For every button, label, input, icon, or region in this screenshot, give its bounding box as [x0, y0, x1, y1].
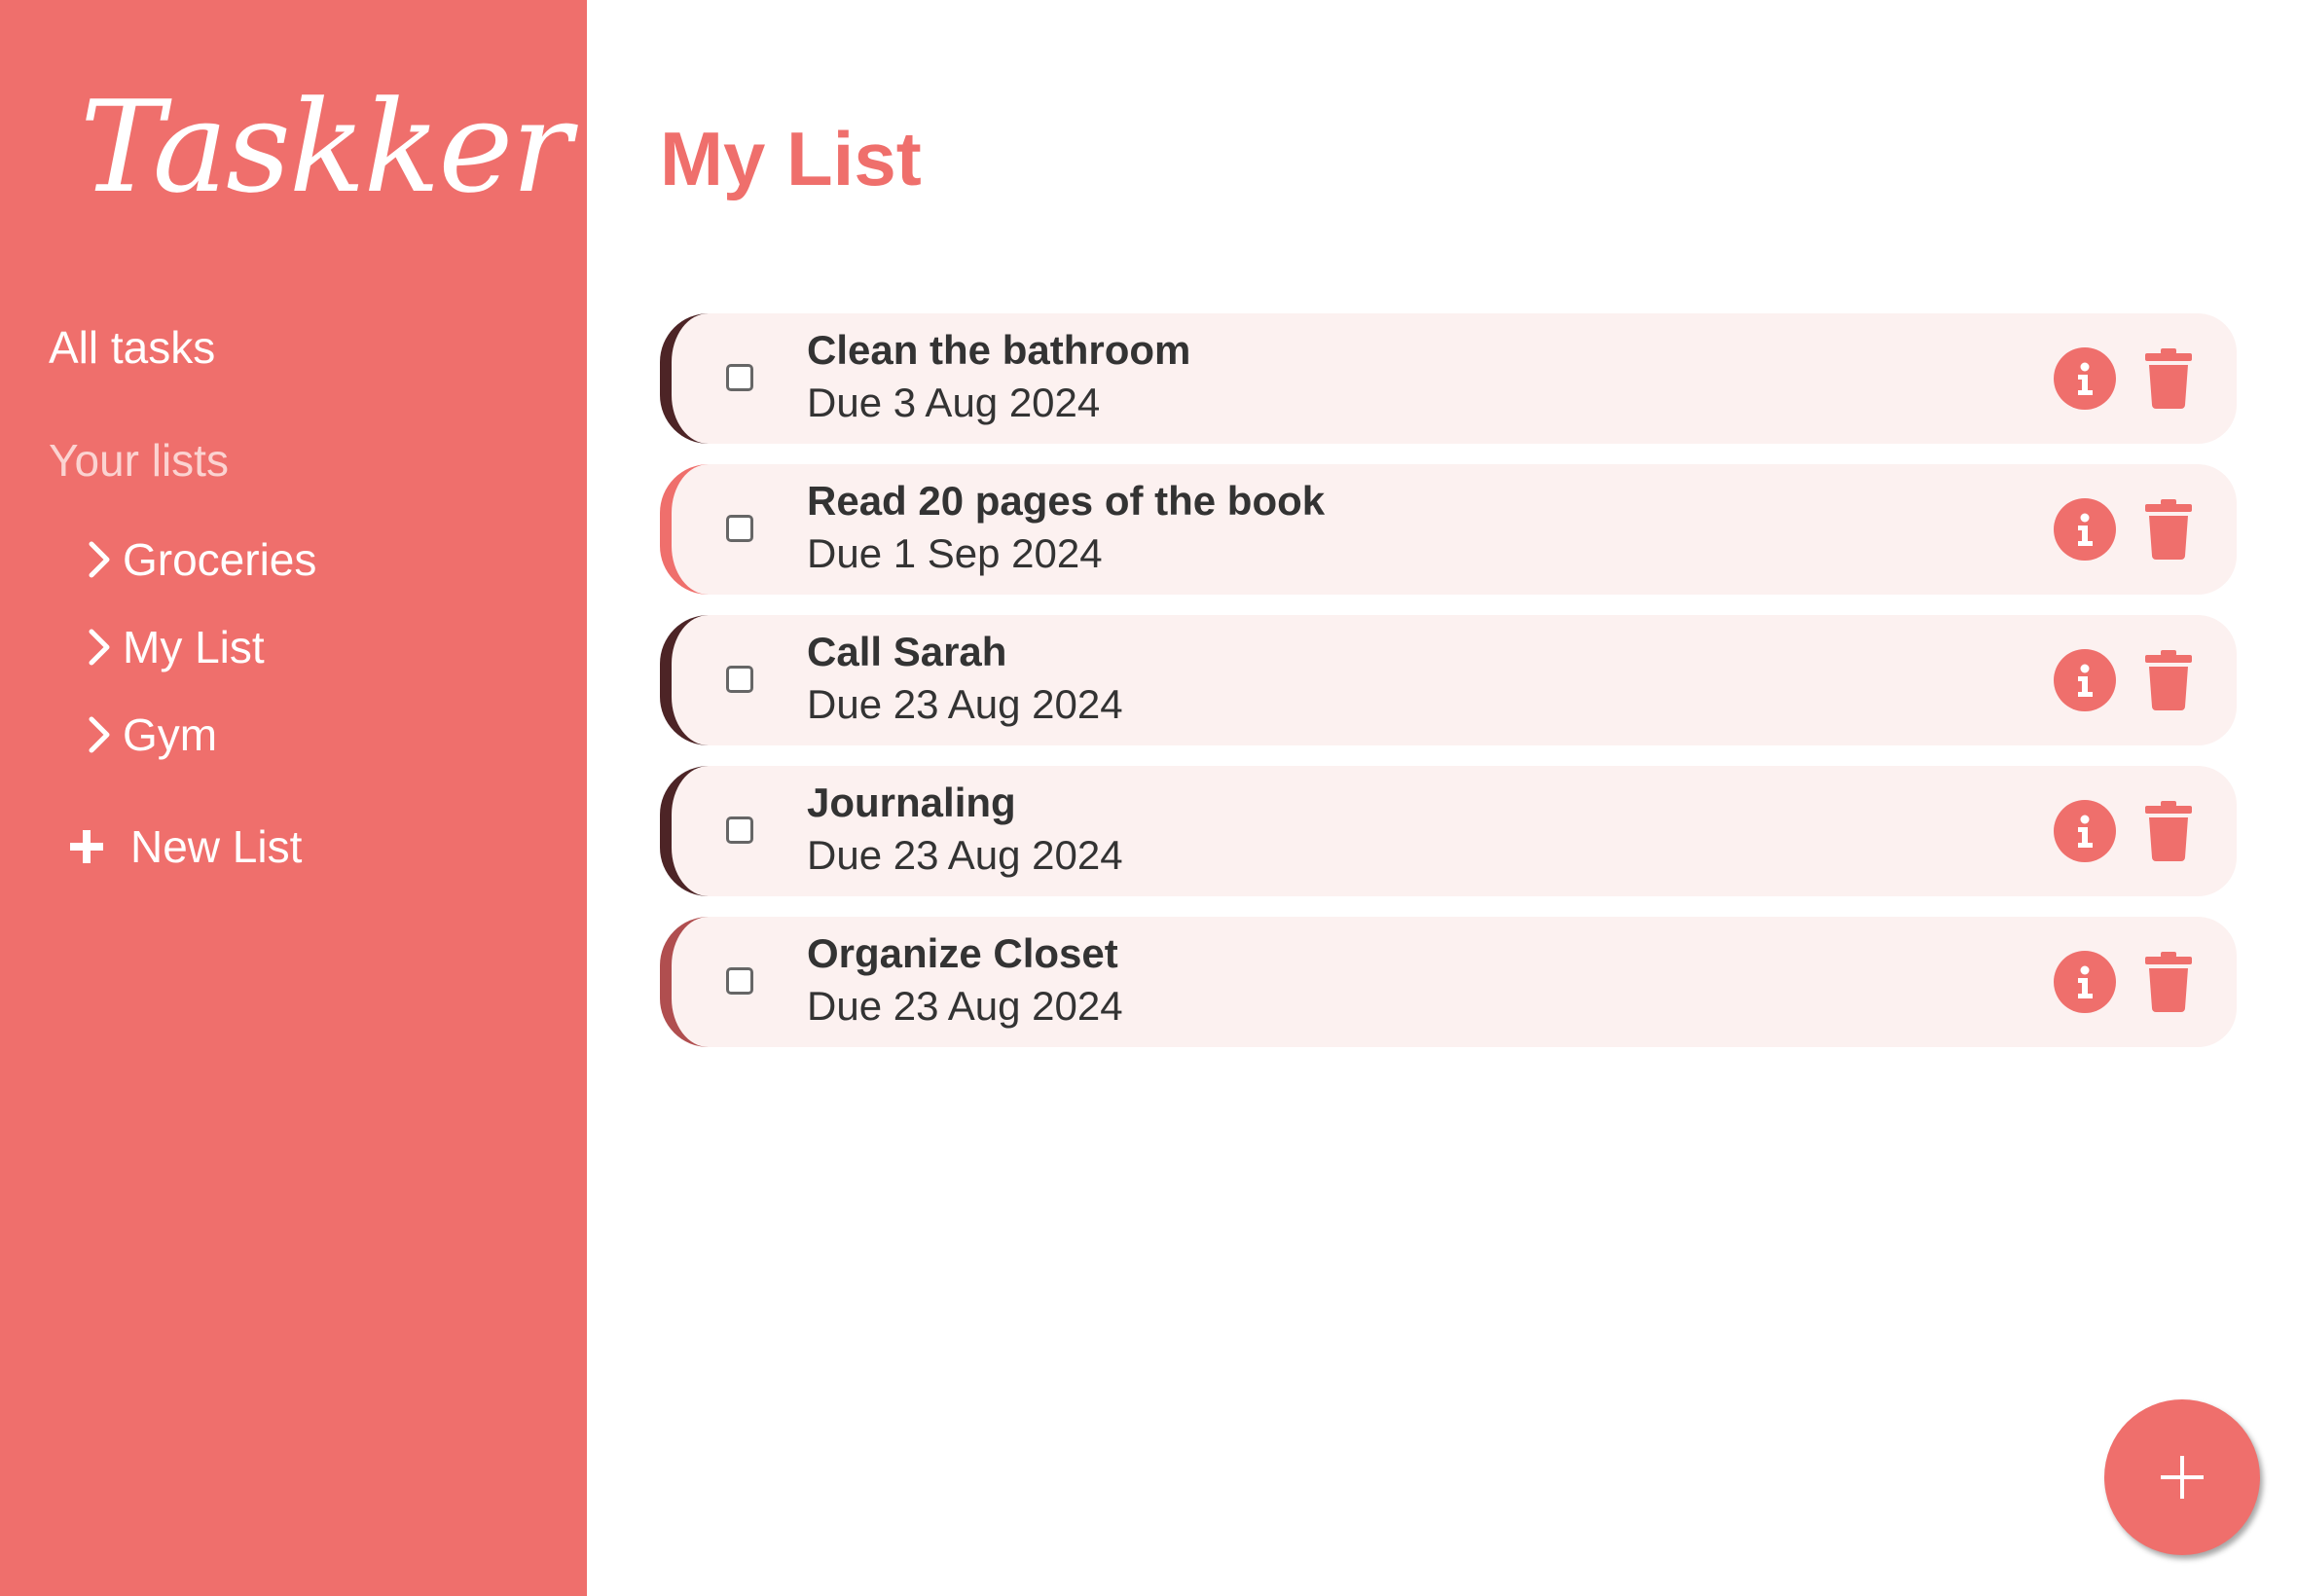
trash-icon[interactable]	[2143, 499, 2194, 560]
sidebar-item-gym[interactable]: Gym	[84, 691, 316, 779]
chevron-right-icon	[84, 538, 113, 581]
add-task-button[interactable]	[2104, 1399, 2260, 1555]
task-item: Read 20 pages of the book Due 1 Sep 2024	[660, 464, 2237, 595]
sidebar-item-groceries[interactable]: Groceries	[84, 516, 316, 603]
task-due-date: Due 23 Aug 2024	[807, 832, 1123, 878]
page-title: My List	[660, 116, 922, 201]
task-checkbox[interactable]	[726, 816, 753, 844]
task-item: Organize Closet Due 23 Aug 2024	[660, 917, 2237, 1047]
task-item: Journaling Due 23 Aug 2024	[660, 766, 2237, 896]
info-icon[interactable]	[2054, 800, 2116, 862]
info-icon[interactable]	[2054, 347, 2116, 410]
task-checkbox[interactable]	[726, 666, 753, 693]
trash-icon[interactable]	[2143, 801, 2194, 861]
sidebar: Taskker All tasks Your lists Groceries M…	[0, 0, 587, 1596]
trash-icon[interactable]	[2143, 952, 2194, 1012]
plus-icon	[2161, 1456, 2204, 1499]
task-checkbox[interactable]	[726, 364, 753, 391]
new-list-label: New List	[130, 821, 303, 872]
task-item: Call Sarah Due 23 Aug 2024	[660, 615, 2237, 745]
trash-icon[interactable]	[2143, 650, 2194, 710]
new-list-button[interactable]: New List	[68, 820, 302, 873]
info-icon[interactable]	[2054, 498, 2116, 561]
plus-icon	[68, 828, 105, 865]
task-list: Clean the bathroom Due 3 Aug 2024 Read 2…	[660, 313, 2237, 1068]
task-name: Organize Closet	[807, 930, 1118, 976]
lists-nav: Groceries My List Gym	[84, 516, 316, 779]
task-name: Read 20 pages of the book	[807, 478, 1326, 524]
chevron-right-icon	[84, 626, 113, 669]
your-lists-heading: Your lists	[49, 435, 229, 486]
task-due-date: Due 3 Aug 2024	[807, 380, 1101, 425]
trash-icon[interactable]	[2143, 348, 2194, 409]
sidebar-item-my-list[interactable]: My List	[84, 603, 316, 691]
sidebar-item-label: Gym	[123, 709, 218, 760]
task-checkbox[interactable]	[726, 967, 753, 995]
task-name: Call Sarah	[807, 629, 1007, 674]
nav-all-tasks[interactable]: All tasks	[49, 321, 215, 374]
sidebar-item-label: My List	[123, 622, 265, 672]
task-due-date: Due 1 Sep 2024	[807, 530, 1103, 576]
task-item: Clean the bathroom Due 3 Aug 2024	[660, 313, 2237, 444]
task-checkbox[interactable]	[726, 515, 753, 542]
info-icon[interactable]	[2054, 649, 2116, 711]
task-name: Journaling	[807, 780, 1016, 825]
app-logo: Taskker	[80, 73, 571, 221]
task-due-date: Due 23 Aug 2024	[807, 983, 1123, 1029]
info-icon[interactable]	[2054, 951, 2116, 1013]
sidebar-item-label: Groceries	[123, 534, 317, 585]
task-name: Clean the bathroom	[807, 327, 1191, 373]
chevron-right-icon	[84, 713, 113, 756]
task-due-date: Due 23 Aug 2024	[807, 681, 1123, 727]
